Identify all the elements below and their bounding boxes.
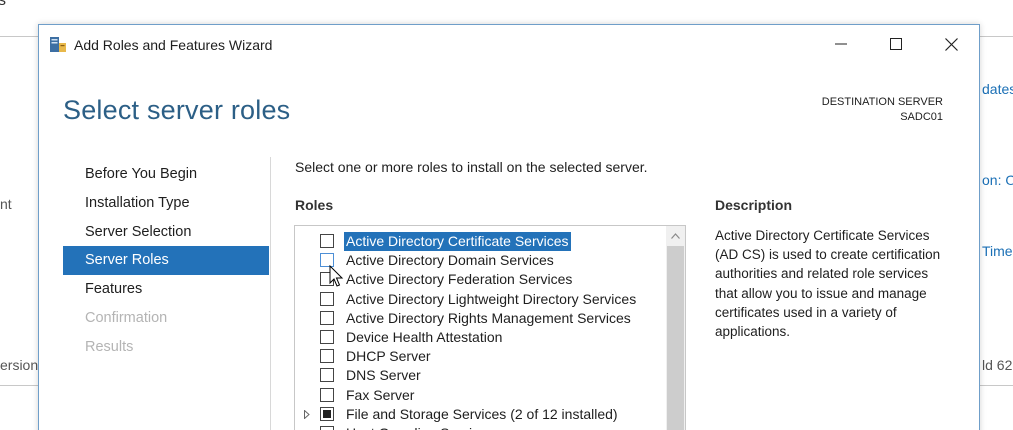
scroll-thumb[interactable] <box>667 246 684 430</box>
role-label[interactable]: DNS Server <box>344 366 423 385</box>
mouse-cursor-icon <box>329 265 344 287</box>
nav-divider <box>270 157 271 430</box>
role-checkbox[interactable] <box>320 234 334 248</box>
roles-list[interactable]: Active Directory Certificate Services Act… <box>294 225 686 430</box>
server-manager-icon <box>50 37 66 52</box>
role-checkbox[interactable] <box>320 291 334 306</box>
nav-item-server-roles[interactable]: Server Roles <box>63 246 269 276</box>
minimize-button[interactable] <box>816 25 866 63</box>
roles-scrollbar[interactable] <box>666 226 685 430</box>
role-row[interactable]: DNS Server <box>295 366 665 385</box>
destination-server: DESTINATION SERVER SADC01 <box>822 95 943 125</box>
wizard-steps-nav: Before You Begin Installation Type Serve… <box>63 160 269 362</box>
minimize-icon <box>835 43 847 45</box>
role-checkbox[interactable] <box>320 426 334 430</box>
background-text: ersion <box>0 357 39 373</box>
close-icon <box>944 37 958 51</box>
role-checkbox[interactable] <box>320 349 334 364</box>
background-link: Time <box>982 243 1013 259</box>
role-checkbox[interactable] <box>320 330 334 344</box>
background-text: nt <box>0 196 12 212</box>
nav-item-installation-type[interactable]: Installation Type <box>63 189 269 218</box>
role-row[interactable]: Active Directory Certificate Services <box>295 232 665 251</box>
description-heading: Description <box>715 197 793 213</box>
expand-arrow-icon[interactable] <box>304 409 310 419</box>
role-row[interactable]: DHCP Server <box>295 347 665 366</box>
background-divider <box>980 36 1013 37</box>
background-link: on: Or <box>982 172 1013 188</box>
page-title: Select server roles <box>63 95 291 125</box>
background-text: s <box>0 0 6 9</box>
window-title: Add Roles and Features Wizard <box>74 37 273 53</box>
background-divider <box>0 385 38 386</box>
role-label[interactable]: Active Directory Rights Management Servi… <box>344 309 633 328</box>
role-row[interactable]: File and Storage Services (2 of 12 insta… <box>295 405 665 424</box>
maximize-icon <box>890 38 902 50</box>
chevron-up-icon <box>671 232 680 239</box>
nav-item-confirmation: Confirmation <box>85 309 168 326</box>
background-link: dates <box>982 81 1013 97</box>
role-label[interactable]: File and Storage Services (2 of 12 insta… <box>344 405 620 424</box>
background-divider <box>0 36 38 37</box>
role-row[interactable]: Fax Server <box>295 386 665 405</box>
role-label[interactable]: Active Directory Federation Services <box>344 270 574 289</box>
role-row[interactable]: Device Health Attestation <box>295 328 665 347</box>
role-checkbox[interactable] <box>320 387 334 402</box>
role-checkbox[interactable] <box>320 406 334 421</box>
role-label[interactable]: DHCP Server <box>344 347 433 366</box>
destination-server-name: SADC01 <box>900 111 943 123</box>
close-button[interactable] <box>926 25 976 63</box>
role-checkbox[interactable] <box>320 310 334 325</box>
destination-label: DESTINATION SERVER <box>821 96 943 108</box>
role-row[interactable]: Host Guardian Service <box>295 424 665 430</box>
roles-heading: Roles <box>295 197 334 213</box>
nav-item-server-selection[interactable]: Server Selection <box>63 218 269 247</box>
role-label[interactable]: Active Directory Certificate Services <box>344 232 571 251</box>
role-label[interactable]: Active Directory Domain Services <box>344 251 556 270</box>
title-bar[interactable]: Add Roles and Features Wizard <box>39 25 979 63</box>
nav-item-results: Results <box>85 338 134 355</box>
scroll-up-button[interactable] <box>666 226 685 245</box>
nav-item-before-you-begin[interactable]: Before You Begin <box>63 160 269 189</box>
role-row[interactable]: Active Directory Federation Services <box>295 270 665 289</box>
role-checkbox[interactable] <box>320 368 334 383</box>
role-label[interactable]: Fax Server <box>344 386 416 405</box>
background-text: ld 62 <box>982 357 1013 373</box>
maximize-button[interactable] <box>871 25 921 63</box>
role-label[interactable]: Host Guardian Service <box>344 424 489 430</box>
role-description: Active Directory Certificate Services (A… <box>715 228 941 340</box>
nav-item-features[interactable]: Features <box>63 275 269 304</box>
role-label[interactable]: Device Health Attestation <box>344 328 504 347</box>
role-label[interactable]: Active Directory Lightweight Directory S… <box>344 290 638 309</box>
instruction-text: Select one or more roles to install on t… <box>295 159 648 175</box>
role-row[interactable]: Active Directory Domain Services <box>295 251 665 270</box>
role-row[interactable]: Active Directory Lightweight Directory S… <box>295 290 665 309</box>
background-divider <box>980 385 1013 386</box>
role-row[interactable]: Active Directory Rights Management Servi… <box>295 309 665 328</box>
wizard-window: Add Roles and Features Wizard Select ser… <box>38 24 980 430</box>
